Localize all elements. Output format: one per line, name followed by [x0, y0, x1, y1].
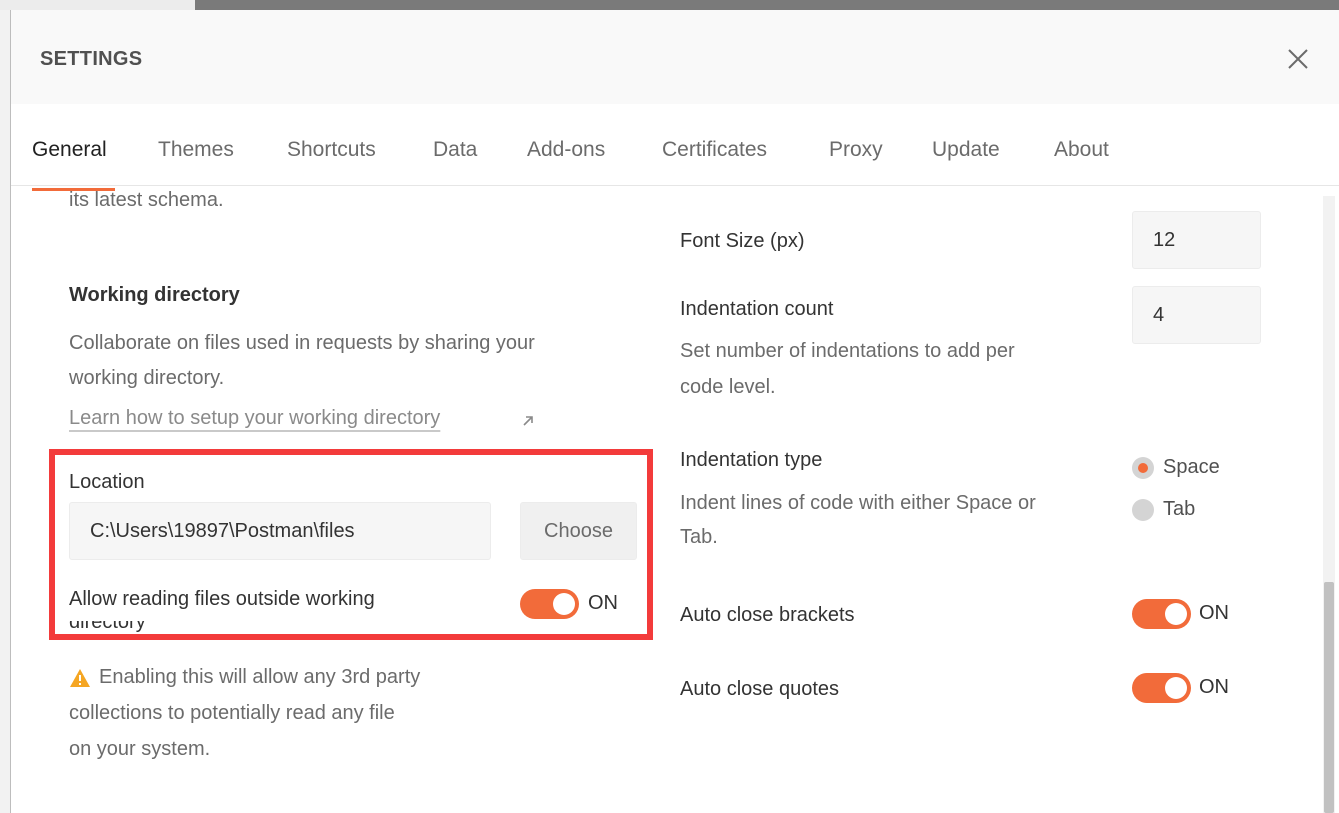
- radio-tab-label: Tab: [1163, 498, 1196, 520]
- working-directory-heading: Working directory: [69, 284, 240, 306]
- allow-reading-files-label-line2: directory: [69, 621, 146, 633]
- font-size-label: Font Size (px): [680, 230, 805, 252]
- radio-tab[interactable]: [1132, 499, 1154, 521]
- tab-update[interactable]: Update: [932, 138, 1000, 162]
- warning-text-line3: on your system.: [69, 738, 211, 760]
- scrollbar-thumb[interactable]: [1324, 582, 1334, 813]
- radio-space-label: Space: [1163, 456, 1220, 478]
- dialog-title: SETTINGS: [40, 48, 143, 70]
- auto-close-quotes-toggle-label: ON: [1199, 676, 1229, 698]
- allow-reading-files-label: Allow reading files outside working: [69, 588, 375, 610]
- allow-reading-files-toggle-label: ON: [588, 592, 618, 614]
- choose-button[interactable]: Choose: [520, 502, 637, 560]
- tab-about[interactable]: About: [1054, 138, 1109, 162]
- auto-close-quotes-toggle[interactable]: [1132, 673, 1191, 703]
- indentation-type-description: Indent lines of code with either Space o…: [680, 492, 1036, 514]
- settings-dialog: SETTINGS General Themes Shortcuts Data A…: [11, 10, 1339, 813]
- tab-general[interactable]: General: [32, 138, 107, 162]
- indentation-type-label: Indentation type: [680, 449, 823, 471]
- tab-shortcuts[interactable]: Shortcuts: [287, 138, 376, 162]
- font-size-input[interactable]: 12: [1132, 211, 1261, 269]
- working-directory-description: Collaborate on files used in requests by…: [69, 332, 535, 354]
- dialog-header: SETTINGS: [11, 10, 1339, 104]
- background-window-edge: [0, 10, 11, 813]
- auto-close-quotes-label: Auto close quotes: [680, 678, 839, 700]
- close-icon[interactable]: [1283, 44, 1313, 74]
- tab-certificates[interactable]: Certificates: [662, 138, 767, 162]
- location-label: Location: [69, 471, 145, 493]
- external-link-icon: [523, 416, 533, 426]
- indentation-count-description: Set number of indentations to add per: [680, 340, 1015, 362]
- radio-space[interactable]: [1132, 457, 1154, 479]
- auto-close-brackets-toggle-label: ON: [1199, 602, 1229, 624]
- warning-text-line2: collections to potentially read any file: [69, 702, 395, 724]
- allow-reading-files-toggle[interactable]: [520, 589, 579, 619]
- indentation-count-input[interactable]: 4: [1132, 286, 1261, 344]
- warning-icon: [70, 669, 90, 687]
- background-window-strip: [0, 0, 1339, 10]
- settings-tabs: General Themes Shortcuts Data Add-ons Ce…: [11, 104, 1339, 191]
- tab-proxy[interactable]: Proxy: [829, 138, 883, 162]
- indentation-count-label: Indentation count: [680, 298, 834, 320]
- background-window-strip-light: [0, 0, 195, 10]
- working-directory-description-line2: working directory.: [69, 367, 225, 389]
- working-directory-help-link[interactable]: Learn how to setup your working director…: [69, 407, 440, 430]
- general-settings-panel: its latest schema. Working directory Col…: [11, 186, 1339, 813]
- auto-close-brackets-label: Auto close brackets: [680, 604, 855, 626]
- indentation-count-description-line2: code level.: [680, 376, 776, 398]
- tab-themes[interactable]: Themes: [158, 138, 234, 162]
- previous-section-text: its latest schema.: [69, 189, 224, 211]
- auto-close-brackets-toggle[interactable]: [1132, 599, 1191, 629]
- tab-add-ons[interactable]: Add-ons: [527, 138, 605, 162]
- warning-text: Enabling this will allow any 3rd party: [99, 666, 421, 688]
- location-input[interactable]: C:\Users\19897\Postman\files: [69, 502, 491, 560]
- indentation-type-description-line2: Tab.: [680, 526, 718, 548]
- tab-data[interactable]: Data: [433, 138, 477, 162]
